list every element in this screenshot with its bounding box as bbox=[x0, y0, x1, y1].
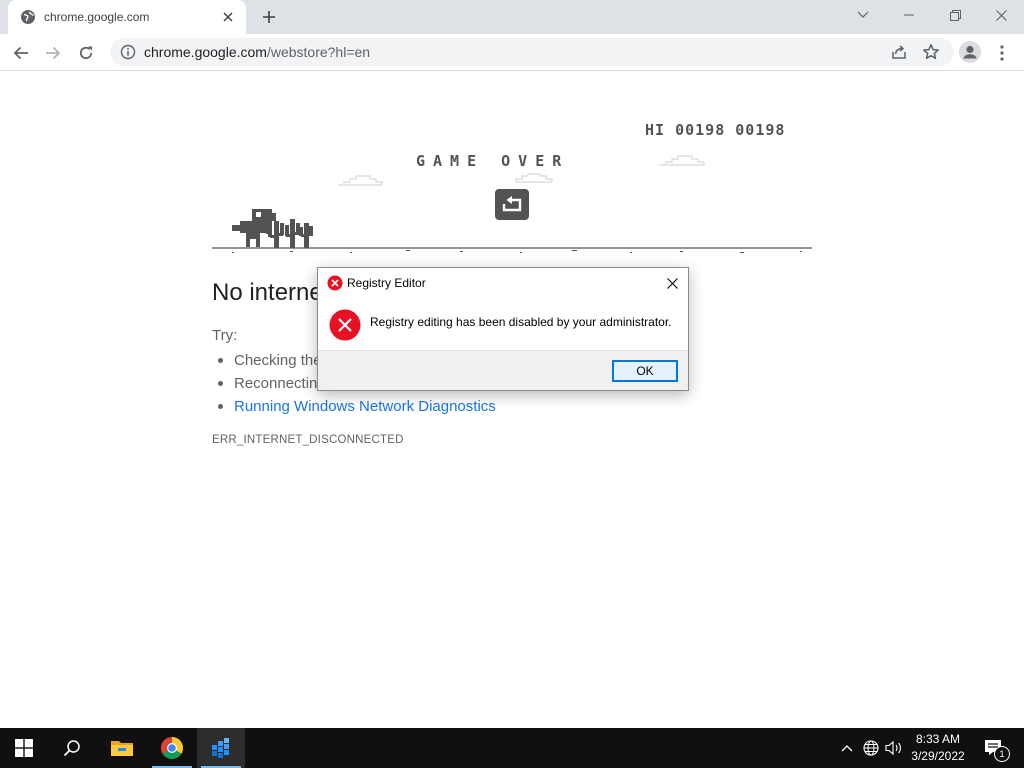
error-code: ERR_INTERNET_DISCONNECTED bbox=[212, 434, 404, 446]
chrome-icon[interactable] bbox=[148, 728, 196, 768]
registry-editor-dialog: Registry Editor Registry editing has bee… bbox=[317, 267, 689, 391]
reload-icon[interactable] bbox=[73, 40, 99, 66]
dialog-body: Registry editing has been disabled by yo… bbox=[318, 298, 688, 350]
system-clock[interactable]: 8:33 AM 3/29/2022 bbox=[904, 731, 972, 765]
tab-close-icon[interactable] bbox=[220, 9, 236, 25]
restore-icon[interactable] bbox=[932, 0, 978, 30]
forward-icon[interactable] bbox=[40, 40, 66, 66]
error-icon bbox=[329, 309, 361, 341]
site-info-icon[interactable] bbox=[120, 44, 136, 60]
ground-specks bbox=[232, 250, 802, 253]
url-path: /webstore?hl=en bbox=[266, 44, 371, 60]
close-window-icon[interactable] bbox=[978, 0, 1024, 30]
dialog-title: Registry Editor bbox=[347, 276, 426, 290]
dialog-footer: OK bbox=[318, 350, 688, 390]
file-explorer-icon[interactable] bbox=[98, 728, 146, 768]
try-label: Try: bbox=[212, 327, 238, 344]
globe-icon bbox=[20, 9, 36, 25]
action-center-icon[interactable]: 1 bbox=[982, 738, 1010, 762]
cloud-icon bbox=[338, 155, 705, 186]
tab-strip: chrome.google.com bbox=[0, 0, 1024, 34]
share-icon[interactable] bbox=[890, 43, 908, 61]
taskbar: 8:33 AM 3/29/2022 1 bbox=[0, 728, 1024, 768]
new-tab-icon[interactable] bbox=[260, 8, 278, 26]
error-title: No internet bbox=[212, 279, 330, 306]
clock-time: 8:33 AM bbox=[915, 732, 961, 746]
start-icon[interactable] bbox=[0, 728, 48, 768]
profile-avatar-icon[interactable] bbox=[956, 38, 984, 66]
dialog-titlebar[interactable]: Registry Editor bbox=[318, 268, 688, 298]
registry-editor-icon[interactable] bbox=[197, 728, 245, 768]
address-bar[interactable]: chrome.google.com/webstore?hl=en bbox=[110, 38, 954, 66]
dialog-message: Registry editing has been disabled by yo… bbox=[370, 315, 672, 329]
minimize-icon[interactable] bbox=[886, 0, 932, 30]
restart-button[interactable] bbox=[495, 189, 529, 220]
volume-icon[interactable] bbox=[884, 738, 904, 758]
search-icon[interactable] bbox=[48, 728, 96, 768]
browser-toolbar: chrome.google.com/webstore?hl=en bbox=[0, 34, 1024, 71]
cactus-icon bbox=[268, 219, 313, 248]
tab-title: chrome.google.com bbox=[44, 10, 150, 24]
notification-count: 1 bbox=[994, 746, 1010, 762]
ok-button[interactable]: OK bbox=[612, 360, 678, 382]
url-text[interactable]: chrome.google.com/webstore?hl=en bbox=[144, 44, 370, 60]
error-page: HI 00198 00198 GAME OVER No internet Try… bbox=[0, 71, 1024, 728]
high-score: HI 00198 00198 bbox=[645, 121, 786, 139]
restart-icon bbox=[502, 195, 522, 211]
network-globe-icon[interactable] bbox=[861, 738, 881, 758]
menu-kebab-icon[interactable] bbox=[989, 40, 1015, 66]
bookmark-star-icon[interactable] bbox=[922, 43, 940, 61]
network-diagnostics-link[interactable]: Running Windows Network Diagnostics bbox=[216, 395, 561, 418]
show-hidden-icons-chevron-icon[interactable] bbox=[837, 738, 857, 758]
back-icon[interactable] bbox=[8, 40, 34, 66]
url-host: chrome.google.com bbox=[144, 44, 267, 60]
dialog-close-icon[interactable] bbox=[662, 274, 682, 292]
clock-date: 3/29/2022 bbox=[911, 749, 965, 763]
browser-tab[interactable]: chrome.google.com bbox=[8, 0, 246, 34]
error-small-icon bbox=[327, 275, 343, 291]
tab-search-chevron-icon[interactable] bbox=[840, 0, 886, 30]
